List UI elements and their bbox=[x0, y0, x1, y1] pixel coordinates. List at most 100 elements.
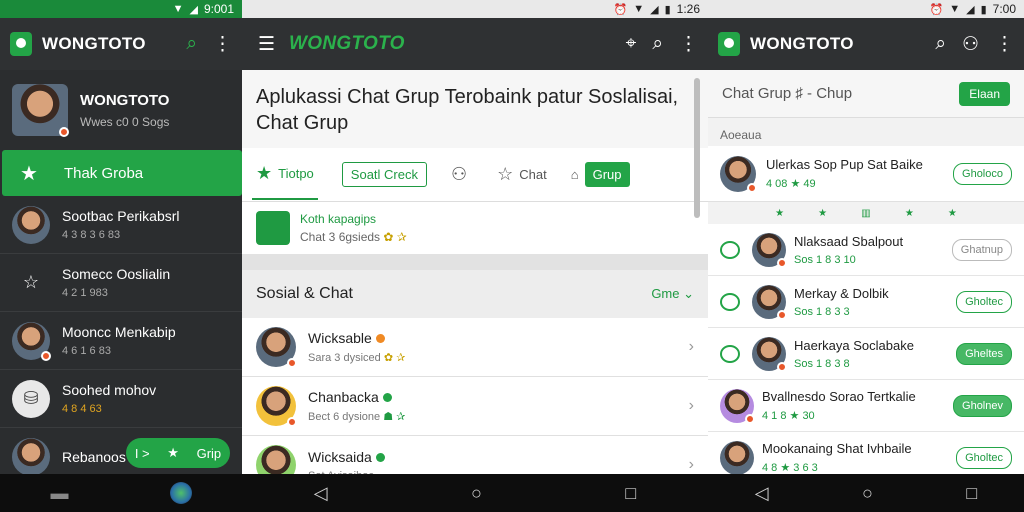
join-button[interactable]: Gheltes bbox=[956, 342, 1012, 365]
drawer-item[interactable]: Sootbac Perikabsrl 4 3 8 3 6 83 bbox=[0, 196, 242, 254]
list-item[interactable]: Ulerkas Sop Pup Sat Baike 4 08 ★ 49 Ghol… bbox=[708, 146, 1024, 202]
home-icon[interactable]: ⌂ bbox=[571, 167, 579, 182]
back-icon[interactable]: ▬ bbox=[51, 483, 69, 504]
avatar bbox=[752, 232, 787, 268]
app-bar: ☰ WONGTOTO ⌖ ⌕ ⋮ bbox=[242, 18, 708, 70]
recents-icon[interactable]: □ bbox=[966, 483, 977, 504]
tab-profile[interactable]: ⚇ bbox=[451, 164, 473, 185]
drawer-panel: ▼ ◢ 9:001 WONGTOTO ⌕ ⋮ WONGTOTO Wwes c0 … bbox=[0, 0, 242, 512]
drawer-item-sub: 4 8 4 63 bbox=[62, 403, 102, 415]
chevron-right-icon: › bbox=[688, 338, 694, 355]
drawer-item-title: Somecc Ooslialin bbox=[62, 266, 171, 282]
hamburger-menu-icon[interactable]: ☰ bbox=[258, 33, 275, 56]
tab-label: Chat bbox=[519, 167, 547, 182]
back-icon[interactable]: ◁ bbox=[314, 483, 328, 504]
home-nav-icon[interactable]: ○ bbox=[471, 483, 482, 504]
tab-soatl-creck[interactable]: Soatl Creck bbox=[341, 162, 427, 187]
search-icon[interactable]: ⌕ bbox=[186, 33, 197, 55]
tab-bar: ★ Tiotpo Soatl Creck ⚇ ☆ Chat ⌂ Grup bbox=[242, 148, 708, 202]
list-item-title: Mookanaing Shat Ivhbaile bbox=[762, 441, 912, 456]
featured-title: Koth kapagips bbox=[300, 212, 377, 226]
list-item-title: Wicksable bbox=[308, 330, 405, 346]
avatar bbox=[752, 284, 787, 320]
drawer-item[interactable]: Mooncc Menkabip 4 6 1 6 83 bbox=[0, 312, 242, 370]
app-title: WONGTOTO bbox=[42, 34, 146, 53]
drawer-item-sub: 4 2 1 983 bbox=[62, 287, 108, 299]
drawer-item[interactable]: ☆ Somecc Ooslialin 4 2 1 983 bbox=[0, 254, 242, 312]
fab-label: Grip bbox=[196, 445, 222, 461]
list-item[interactable]: Nlaksaad Sbalpout Sos 1 8 3 10 Ghatnup bbox=[708, 224, 1024, 276]
more-menu-icon[interactable]: ⋮ bbox=[679, 33, 698, 56]
star-outline-icon: ☆ bbox=[497, 164, 514, 184]
list-item[interactable]: Merkay & Dolbik Sos 1 8 3 3 Gholtec bbox=[708, 276, 1024, 328]
avatar bbox=[720, 440, 754, 475]
list-item-title: Wicksaida bbox=[308, 449, 385, 465]
tab-tiotpo[interactable]: ★ Tiotpo bbox=[252, 149, 318, 200]
home-nav-icon[interactable]: ○ bbox=[862, 483, 873, 504]
chat-bubble-icon bbox=[720, 240, 740, 259]
group-header: Chat Grup ♯ - Chup Elaan bbox=[708, 70, 1024, 118]
recents-icon[interactable]: □ bbox=[625, 483, 636, 504]
join-button[interactable]: Gholtec bbox=[956, 290, 1012, 313]
drawer-item-sub: 4 6 1 6 83 bbox=[62, 345, 111, 357]
join-button[interactable]: Gholtec bbox=[956, 446, 1012, 469]
list-item-title: Ulerkas Sop Pup Sat Baike bbox=[766, 157, 923, 172]
avatar bbox=[256, 327, 297, 368]
app-bar: WONGTOTO ⌕ ⚇ ⋮ bbox=[708, 18, 1024, 70]
list-item[interactable]: Bvallnesdo Sorao Tertkalie 4 1 8 ★ 30 Gh… bbox=[708, 380, 1024, 432]
avatar bbox=[12, 321, 51, 361]
chevron-right-icon: › bbox=[688, 397, 694, 414]
wifi-icon: ▼ bbox=[633, 3, 645, 15]
search-icon[interactable]: ⌕ bbox=[652, 33, 663, 55]
join-button[interactable]: Gholnev bbox=[953, 394, 1012, 417]
header-action-button[interactable]: Elaan bbox=[959, 81, 1010, 106]
list-item-title: Nlaksaad Sbalpout bbox=[794, 233, 904, 249]
profile-name: WONGTOTO bbox=[80, 91, 170, 109]
tab-grup[interactable]: Grup bbox=[584, 162, 630, 187]
star-icon: ★ bbox=[20, 162, 38, 185]
list-item-title: Bvallnesdo Sorao Tertkalie bbox=[762, 389, 916, 404]
status-bar: ⏰ ▼ ◢ ▮ 1:26 bbox=[242, 0, 708, 18]
drawer-item-active[interactable]: ★ Thak Groba bbox=[2, 150, 242, 196]
avatar bbox=[720, 155, 757, 193]
back-icon[interactable]: ◁ bbox=[755, 483, 769, 504]
list-item-sub: 4 1 8 ★ 30 bbox=[762, 410, 815, 422]
profile-icon[interactable]: ⚇ bbox=[962, 33, 979, 56]
status-badge bbox=[777, 361, 787, 372]
home-panel: ⏰ ▼ ◢ ▮ 1:26 ☰ WONGTOTO ⌖ ⌕ ⋮ Aplukassi … bbox=[242, 0, 708, 512]
alarm-icon: ⏰ bbox=[613, 3, 628, 16]
drawer-item-title: Soohed mohov bbox=[62, 382, 157, 398]
search-alt-icon[interactable]: ⌖ bbox=[626, 33, 637, 55]
tab-label: Tiotpo bbox=[278, 166, 314, 181]
list-item[interactable]: Haerkaya Soclabake Sos 1 8 3 8 Gheltes bbox=[708, 328, 1024, 380]
more-menu-icon[interactable]: ⋮ bbox=[995, 33, 1014, 56]
profile-header[interactable]: WONGTOTO Wwes c0 0 Sogs bbox=[0, 70, 242, 150]
search-icon[interactable]: ⌕ bbox=[935, 33, 946, 55]
star-icon: ★ bbox=[167, 445, 179, 460]
section-header: Sosial & Chat Gme ⌄ bbox=[242, 262, 708, 318]
chevron-right-icon: › bbox=[688, 456, 694, 473]
system-nav-bar: ◁ ○ □ bbox=[708, 474, 1024, 512]
group-fab-button[interactable]: I > ★ Grip bbox=[126, 438, 230, 468]
join-button[interactable]: Gholoco bbox=[953, 162, 1012, 185]
status-badge bbox=[777, 257, 787, 268]
star-outline-icon: ☆ bbox=[22, 272, 40, 292]
assistant-icon[interactable] bbox=[169, 482, 192, 504]
drawer-item[interactable]: ⛁ Soohed mohov 4 8 4 63 bbox=[0, 370, 242, 428]
signal-icon: ◢ bbox=[650, 3, 659, 16]
list-item-sub: 4 8 ★ 3 6 3 bbox=[762, 462, 818, 474]
tab-chat[interactable]: ☆ Chat bbox=[497, 164, 547, 185]
scrollbar[interactable] bbox=[694, 78, 700, 218]
group-panel: ⏰ ▼ ◢ ▮ 7:00 WONGTOTO ⌕ ⚇ ⋮ Chat Grup ♯ … bbox=[708, 0, 1024, 512]
list-item-sub: Sara 3 dysiced ✿ ✰ bbox=[308, 352, 406, 364]
status-time: 1:26 bbox=[676, 2, 700, 16]
featured-item[interactable]: Koth kapagips Chat 3 6gsieds ✿ ✰ bbox=[242, 202, 708, 262]
list-item-sub: Sos 1 8 3 8 bbox=[794, 357, 850, 370]
list-item[interactable]: Wicksable Sara 3 dysiced ✿ ✰ › bbox=[242, 318, 708, 377]
section-more-button[interactable]: Gme ⌄ bbox=[651, 286, 694, 302]
list-item[interactable]: Chanbacka Bect 6 dysione ☗ ✰ › bbox=[242, 377, 708, 436]
list-item-title: Merkay & Dolbik bbox=[794, 285, 889, 301]
more-menu-icon[interactable]: ⋮ bbox=[213, 33, 232, 56]
join-button[interactable]: Ghatnup bbox=[951, 238, 1012, 261]
signal-icon: ◢ bbox=[189, 3, 198, 16]
